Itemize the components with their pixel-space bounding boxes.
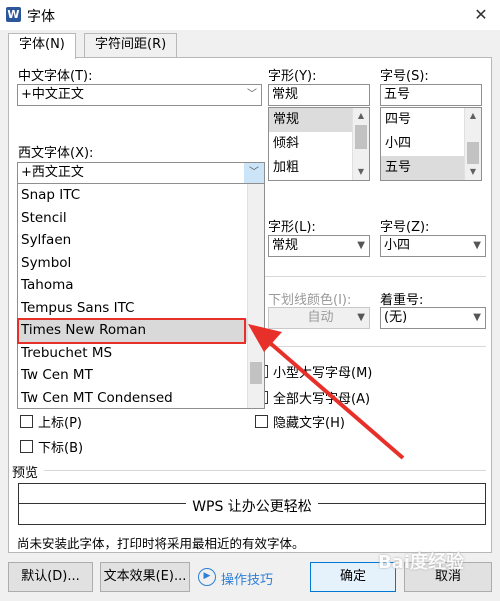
font-style-input[interactable]: 常规 bbox=[268, 84, 370, 106]
scroll-down-icon[interactable]: ▼ bbox=[465, 164, 481, 180]
chevron-down-icon: ▼ bbox=[473, 312, 481, 323]
font-option[interactable]: Tw Cen MT bbox=[18, 364, 264, 387]
subscript-label[interactable]: 下标(B) bbox=[38, 437, 83, 456]
font-style-label: 字形(Y): bbox=[268, 69, 317, 84]
scroll-up-icon[interactable]: ▲ bbox=[465, 108, 481, 124]
font-option[interactable]: Sylfaen bbox=[18, 229, 264, 252]
font-option[interactable]: Trebuchet MS bbox=[18, 342, 264, 365]
subscript-checkbox[interactable] bbox=[20, 440, 33, 453]
font-notice: 尚未安装此字体，打印时将采用最相近的有效字体。 bbox=[17, 536, 305, 551]
complex-size-select[interactable]: 小四 ▼ bbox=[380, 235, 486, 257]
font-size-scrollbar[interactable]: ▲ ▼ bbox=[464, 108, 481, 180]
superscript-checkbox[interactable] bbox=[20, 415, 33, 428]
font-option[interactable]: Stencil bbox=[18, 207, 264, 230]
complex-style-label: 字形(L): bbox=[268, 220, 316, 235]
title-bar bbox=[0, 0, 500, 30]
western-font-label: 西文字体(X): bbox=[18, 146, 94, 161]
complex-size-value: 小四 bbox=[384, 238, 411, 253]
highlight-box bbox=[17, 318, 246, 344]
scroll-thumb[interactable] bbox=[355, 125, 367, 149]
western-font-value: +西文正文 bbox=[21, 165, 84, 180]
font-option[interactable]: Tempus Sans ITC bbox=[18, 297, 264, 320]
font-size-label: 字号(S): bbox=[380, 69, 429, 84]
western-font-dropdown-list[interactable]: Snap ITC Stencil Sylfaen Symbol Tahoma T… bbox=[17, 183, 265, 409]
all-text-group-line bbox=[265, 276, 486, 277]
complex-style-value: 常规 bbox=[272, 238, 299, 253]
scroll-down-icon[interactable]: ▼ bbox=[353, 164, 369, 180]
default-button[interactable]: 默认(D)... bbox=[8, 562, 93, 592]
font-option[interactable]: Snap ITC bbox=[18, 184, 264, 207]
chevron-down-icon[interactable]: ﹀ bbox=[244, 163, 264, 183]
font-size-input[interactable]: 五号 bbox=[380, 84, 482, 106]
preview-box: WPS 让办公更轻松 bbox=[18, 483, 486, 525]
chevron-down-icon: ▼ bbox=[357, 240, 365, 251]
chinese-font-value: +中文正文 bbox=[21, 87, 84, 102]
chinese-font-select[interactable]: +中文正文 ﹀ bbox=[17, 84, 262, 106]
underline-color-label: 下划线颜色(I): bbox=[268, 293, 352, 308]
emphasis-label: 着重号: bbox=[380, 293, 424, 308]
text-effect-button[interactable]: 文本效果(E)... bbox=[100, 562, 190, 592]
scroll-up-icon[interactable]: ▲ bbox=[353, 108, 369, 124]
complex-size-label: 字号(Z): bbox=[380, 220, 430, 235]
chinese-font-label: 中文字体(T): bbox=[18, 69, 93, 84]
font-style-scrollbar[interactable]: ▲ ▼ bbox=[352, 108, 369, 180]
complex-style-select[interactable]: 常规 ▼ bbox=[268, 235, 370, 257]
chevron-down-icon: ﹀ bbox=[247, 89, 257, 100]
tab-character-spacing[interactable]: 字符间距(R) bbox=[84, 33, 178, 57]
western-font-select[interactable]: +西文正文 ﹀ bbox=[17, 162, 265, 184]
chevron-down-icon: ▼ bbox=[473, 240, 481, 251]
preview-sample-text: WPS 让办公更轻松 bbox=[186, 499, 318, 515]
annotation-arrow-icon bbox=[248, 324, 405, 460]
superscript-label[interactable]: 上标(P) bbox=[38, 412, 82, 431]
tips-link[interactable]: 操作技巧 bbox=[221, 569, 273, 588]
arrow-shaft bbox=[260, 334, 405, 460]
font-option[interactable]: Tw Cen MT Condensed bbox=[18, 387, 264, 409]
preview-label: 预览 bbox=[12, 466, 39, 481]
font-size-list[interactable]: 四号 小四 五号 ▲ ▼ bbox=[380, 107, 482, 181]
preview-group-line bbox=[44, 470, 486, 471]
font-option[interactable]: Tahoma bbox=[18, 274, 264, 297]
window-title: 字体 bbox=[27, 9, 55, 25]
close-icon[interactable]: ✕ bbox=[466, 2, 496, 28]
font-option[interactable]: Symbol bbox=[18, 252, 264, 275]
watermark-logo: Bai度经验 bbox=[378, 552, 465, 573]
tab-font[interactable]: 字体(N) bbox=[8, 33, 76, 59]
wps-writer-icon: W bbox=[6, 7, 21, 22]
scroll-thumb[interactable] bbox=[467, 142, 479, 164]
play-tips-icon[interactable]: ▶ bbox=[198, 568, 216, 586]
font-style-list[interactable]: 常规 倾斜 加粗 ▲ ▼ bbox=[268, 107, 370, 181]
